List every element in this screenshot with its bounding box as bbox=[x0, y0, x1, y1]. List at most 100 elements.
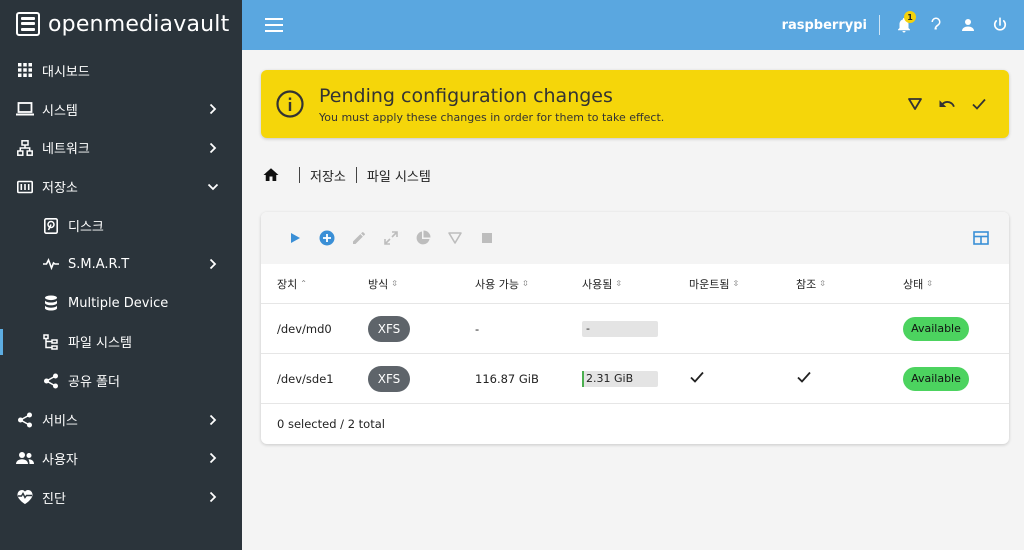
breadcrumb-storage[interactable]: 저장소 bbox=[310, 166, 346, 185]
check-icon bbox=[796, 371, 812, 388]
sidebar-item-label: 파일 시스템 bbox=[68, 336, 132, 352]
sidebar-item-label: 시스템 bbox=[42, 103, 78, 119]
pending-changes-alert: Pending configuration changes You must a… bbox=[261, 70, 1009, 138]
alert-text: Pending configuration changes You must a… bbox=[319, 85, 899, 124]
brand[interactable]: openmediavault bbox=[0, 0, 242, 48]
chevron-right-icon[interactable] bbox=[202, 447, 224, 469]
table-footer: 0 selected / 2 total bbox=[261, 404, 1009, 444]
topbar: raspberrypi 1 bbox=[242, 0, 1024, 50]
column-header-status[interactable]: 상태 ⇳ bbox=[903, 276, 1009, 292]
sidebar-item-label: 서비스 bbox=[42, 414, 78, 430]
pulse-icon bbox=[42, 255, 60, 273]
check-icon bbox=[689, 371, 705, 388]
filesystems-table-card: 장치 ⌃ 방식 ⇳ 사용 가능 ⇳ 사용됨 ⇳ 마운트됨 ⇳ 참조 ⇳ 상태 ⇳ /dev/m… bbox=[261, 212, 1009, 444]
alert-message: You must apply these changes in order fo… bbox=[319, 110, 665, 124]
sidebar-item[interactable]: 진단 bbox=[0, 478, 242, 517]
quota-button[interactable] bbox=[407, 222, 439, 254]
status-badge: Available bbox=[903, 366, 969, 391]
help-button[interactable] bbox=[920, 9, 952, 41]
sidebar: openmediavault 대시보드시스템네트워크 저장소 디스크 S.M.A.R.… bbox=[0, 0, 242, 550]
show-changes-button[interactable] bbox=[899, 88, 931, 120]
power-button[interactable] bbox=[984, 9, 1016, 41]
expand-button[interactable] bbox=[375, 222, 407, 254]
column-header-referenced[interactable]: 참조 ⇳ bbox=[796, 276, 903, 292]
edit-button[interactable] bbox=[343, 222, 375, 254]
column-label: 참조 bbox=[796, 277, 817, 291]
column-header-used[interactable]: 사용됨 ⇳ bbox=[582, 276, 689, 292]
notification-badge: 1 bbox=[904, 11, 916, 23]
table-toolbar bbox=[261, 212, 1009, 264]
chevron-right-icon[interactable] bbox=[202, 253, 224, 275]
chevron-right-icon[interactable] bbox=[202, 409, 224, 431]
create-button[interactable] bbox=[311, 222, 343, 254]
usage-bar: 2.31 GiB bbox=[582, 370, 658, 387]
sort-icon: ⇳ bbox=[615, 279, 623, 288]
sidebar-item[interactable]: S.M.A.R.T bbox=[0, 245, 242, 284]
sidebar-item[interactable]: 파일 시스템 bbox=[0, 323, 242, 362]
cell-available: - bbox=[475, 321, 480, 336]
cell-used: 2.31 GiB bbox=[582, 370, 689, 387]
cell-mounted bbox=[689, 369, 796, 388]
pie-chart-icon bbox=[416, 230, 431, 245]
mount-button[interactable] bbox=[279, 222, 311, 254]
sidebar-item[interactable]: 사용자 bbox=[0, 439, 242, 478]
cell-status: Available bbox=[903, 366, 1009, 391]
undo-changes-button[interactable] bbox=[931, 88, 963, 120]
notifications-button[interactable]: 1 bbox=[888, 9, 920, 41]
table-header: 장치 ⌃ 방식 ⇳ 사용 가능 ⇳ 사용됨 ⇳ 마운트됨 ⇳ 참조 ⇳ 상태 ⇳ bbox=[261, 264, 1009, 304]
share-icon bbox=[42, 372, 60, 390]
sort-icon: ⇳ bbox=[819, 279, 826, 288]
brand-name: openmediavault bbox=[48, 11, 230, 37]
check-icon bbox=[972, 98, 986, 110]
apply-changes-button[interactable] bbox=[963, 88, 995, 120]
column-header-type[interactable]: 방식 ⇳ bbox=[368, 276, 475, 292]
menu-toggle-button[interactable] bbox=[262, 13, 286, 37]
selection-count: 0 selected / 2 total bbox=[277, 417, 385, 431]
sidebar-item[interactable]: Multiple Device bbox=[0, 284, 242, 323]
file-tree-icon bbox=[42, 333, 60, 351]
heart-pulse-icon bbox=[16, 488, 34, 506]
usage-bar-fill bbox=[582, 370, 584, 387]
user-button[interactable] bbox=[952, 9, 984, 41]
sidebar-nav: 대시보드시스템네트워크 저장소 디스크 S.M.A.R.T Multiple Devic… bbox=[0, 51, 242, 517]
pencil-icon bbox=[353, 231, 366, 244]
sidebar-item[interactable]: 네트워크 bbox=[0, 129, 242, 168]
network-icon bbox=[16, 139, 34, 157]
alert-title: Pending configuration changes bbox=[319, 84, 613, 107]
filter-icon bbox=[448, 232, 462, 244]
usage-text: - bbox=[586, 322, 590, 335]
column-layout-button[interactable] bbox=[965, 222, 997, 254]
column-header-device[interactable]: 장치 ⌃ bbox=[261, 276, 368, 292]
sidebar-item[interactable]: 저장소 bbox=[0, 167, 242, 206]
column-header-available[interactable]: 사용 가능 ⇳ bbox=[475, 276, 582, 292]
sidebar-item[interactable]: 시스템 bbox=[0, 90, 242, 129]
filter-button[interactable] bbox=[439, 222, 471, 254]
chevron-right-icon[interactable] bbox=[202, 137, 224, 159]
column-header-mounted[interactable]: 마운트됨 ⇳ bbox=[689, 276, 796, 292]
column-label: 마운트됨 bbox=[689, 277, 730, 291]
home-icon[interactable] bbox=[262, 166, 280, 184]
breadcrumb-file-systems[interactable]: 파일 시스템 bbox=[367, 166, 431, 185]
chevron-right-icon[interactable] bbox=[202, 98, 224, 120]
unmount-button[interactable] bbox=[471, 222, 503, 254]
power-icon bbox=[993, 17, 1007, 31]
table-row[interactable]: /dev/md0 XFS - - Available bbox=[261, 304, 1009, 354]
disk-icon bbox=[42, 217, 60, 235]
breadcrumb-separator bbox=[355, 167, 357, 183]
column-label: 사용 가능 bbox=[475, 277, 519, 291]
type-chip: XFS bbox=[368, 365, 410, 392]
cell-status: Available bbox=[903, 316, 1009, 341]
status-badge: Available bbox=[903, 316, 969, 341]
sidebar-item[interactable]: 서비스 bbox=[0, 400, 242, 439]
chevron-down-icon[interactable] bbox=[202, 176, 224, 198]
filter-icon bbox=[908, 98, 922, 110]
chevron-right-icon[interactable] bbox=[202, 486, 224, 508]
type-chip: XFS bbox=[368, 315, 410, 342]
sidebar-item[interactable]: 디스크 bbox=[0, 206, 242, 245]
expand-icon bbox=[384, 231, 398, 245]
cell-device: /dev/sde1 bbox=[277, 371, 334, 386]
topbar-divider bbox=[879, 15, 880, 35]
sidebar-item[interactable]: 대시보드 bbox=[0, 51, 242, 90]
table-row[interactable]: /dev/sde1 XFS 116.87 GiB 2.31 GiB Available bbox=[261, 354, 1009, 404]
sidebar-item[interactable]: 공유 폴더 bbox=[0, 361, 242, 400]
